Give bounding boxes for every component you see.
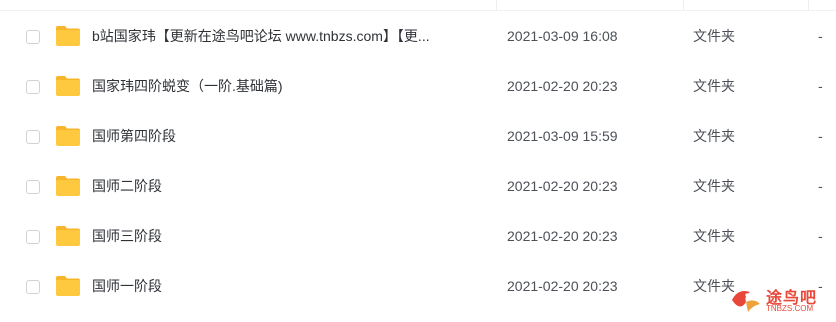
folder-icon bbox=[56, 76, 80, 96]
folder-icon bbox=[56, 226, 80, 246]
bird-logo-icon bbox=[732, 291, 760, 312]
row-checkbox[interactable] bbox=[26, 180, 40, 194]
file-size: - bbox=[818, 128, 823, 144]
modified-date: 2021-02-20 20:23 bbox=[507, 178, 618, 194]
file-type: 文件夹 bbox=[693, 28, 735, 44]
file-list: b站国家玮【更新在途鸟吧论坛 www.tnbzs.com】【更... 2021-… bbox=[0, 0, 836, 322]
file-type: 文件夹 bbox=[693, 178, 735, 194]
watermark-subtext: TNBZS.COM bbox=[766, 304, 814, 313]
folder-icon bbox=[56, 26, 80, 46]
file-size: - bbox=[818, 228, 823, 244]
folder-icon bbox=[56, 276, 80, 296]
file-size: - bbox=[818, 178, 823, 194]
column-separator[interactable] bbox=[808, 0, 809, 10]
folder-icon bbox=[56, 176, 80, 196]
file-type: 文件夹 bbox=[693, 228, 735, 244]
file-row[interactable]: 国家玮四阶蜕变（一阶.基础篇) 2021-02-20 20:23 文件夹 - bbox=[0, 61, 836, 111]
modified-date: 2021-03-09 15:59 bbox=[507, 128, 618, 144]
file-row[interactable]: 国师三阶段 2021-02-20 20:23 文件夹 - bbox=[0, 211, 836, 261]
header-divider bbox=[0, 0, 836, 11]
file-row[interactable]: 国师一阶段 2021-02-20 20:23 文件夹 - bbox=[0, 261, 836, 311]
row-checkbox[interactable] bbox=[26, 230, 40, 244]
watermark-logo: 途鸟吧 TNBZS.COM bbox=[728, 282, 832, 318]
modified-date: 2021-02-20 20:23 bbox=[507, 278, 618, 294]
file-row[interactable]: 国师第四阶段 2021-03-09 15:59 文件夹 - bbox=[0, 111, 836, 161]
file-type: 文件夹 bbox=[693, 78, 735, 94]
row-checkbox[interactable] bbox=[26, 30, 40, 44]
file-row[interactable]: b站国家玮【更新在途鸟吧论坛 www.tnbzs.com】【更... 2021-… bbox=[0, 11, 836, 61]
file-name[interactable]: 国师一阶段 bbox=[92, 277, 162, 295]
file-name[interactable]: 国师第四阶段 bbox=[92, 127, 176, 145]
file-size: - bbox=[818, 28, 823, 44]
modified-date: 2021-03-09 16:08 bbox=[507, 28, 618, 44]
file-type: 文件夹 bbox=[693, 128, 735, 144]
column-separator[interactable] bbox=[496, 0, 497, 10]
file-name[interactable]: 国家玮四阶蜕变（一阶.基础篇) bbox=[92, 77, 283, 95]
modified-date: 2021-02-20 20:23 bbox=[507, 228, 618, 244]
file-row[interactable]: 国师二阶段 2021-02-20 20:23 文件夹 - bbox=[0, 161, 836, 211]
column-separator[interactable] bbox=[683, 0, 684, 10]
file-name[interactable]: b站国家玮【更新在途鸟吧论坛 www.tnbzs.com】【更... bbox=[92, 27, 430, 45]
row-checkbox[interactable] bbox=[26, 130, 40, 144]
file-name[interactable]: 国师二阶段 bbox=[92, 177, 162, 195]
file-size: - bbox=[818, 78, 823, 94]
row-checkbox[interactable] bbox=[26, 280, 40, 294]
folder-icon bbox=[56, 126, 80, 146]
row-checkbox[interactable] bbox=[26, 80, 40, 94]
modified-date: 2021-02-20 20:23 bbox=[507, 78, 618, 94]
file-name[interactable]: 国师三阶段 bbox=[92, 227, 162, 245]
